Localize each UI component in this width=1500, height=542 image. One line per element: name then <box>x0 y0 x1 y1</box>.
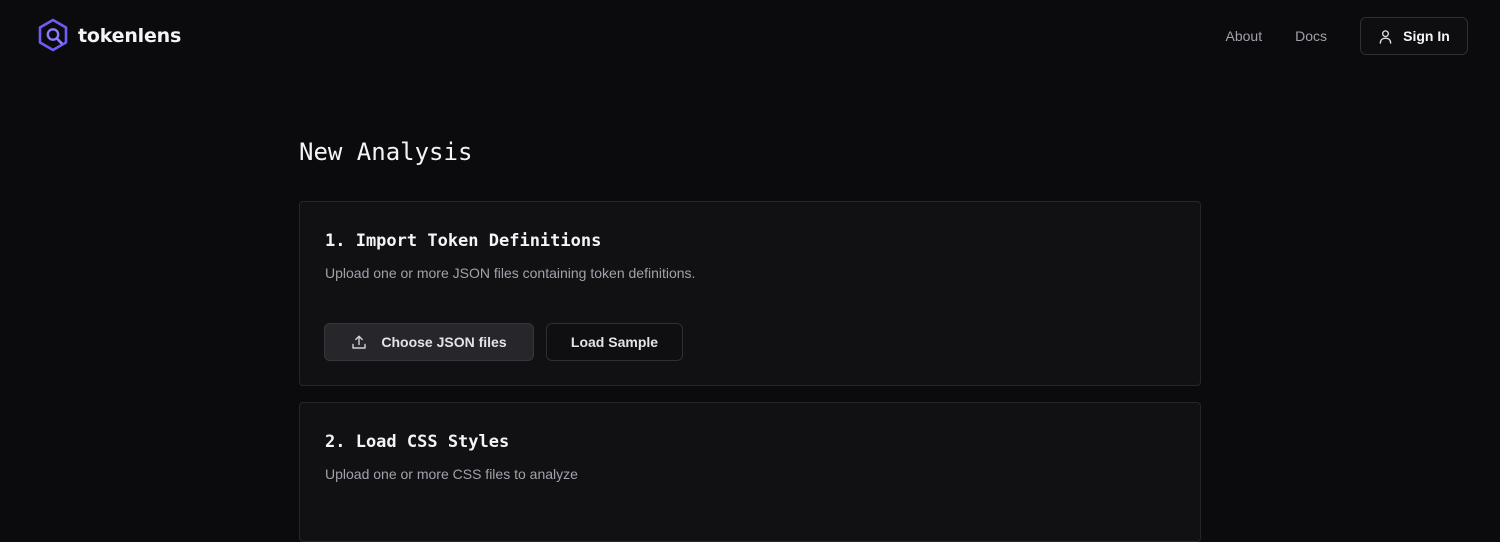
step-card-load-css: 2. Load CSS Styles Upload one or more CS… <box>299 402 1201 542</box>
brand[interactable]: tokenlens <box>36 18 181 54</box>
upload-icon <box>352 335 367 349</box>
brand-name: tokenlens <box>78 25 182 47</box>
nav-link-about[interactable]: About <box>1226 28 1263 44</box>
choose-json-files-label: Choose JSON files <box>381 334 507 350</box>
step-description: Upload one or more CSS files to analyze <box>325 466 578 482</box>
main-nav: About Docs Sign In <box>1226 17 1468 55</box>
step-title: 2. Load CSS Styles <box>325 432 510 452</box>
sign-in-label: Sign In <box>1403 28 1450 44</box>
choose-json-files-button[interactable]: Choose JSON files <box>324 323 534 361</box>
load-sample-button[interactable]: Load Sample <box>546 323 683 361</box>
nav-link-docs[interactable]: Docs <box>1295 28 1327 44</box>
sign-in-button[interactable]: Sign In <box>1360 17 1468 55</box>
page-title: New Analysis <box>299 138 473 166</box>
top-bar: tokenlens About Docs Sign In <box>0 0 1500 72</box>
step-title: 1. Import Token Definitions <box>325 231 602 251</box>
user-icon <box>1379 29 1392 44</box>
step-description: Upload one or more JSON files containing… <box>325 265 696 281</box>
step-card-import-tokens: 1. Import Token Definitions Upload one o… <box>299 201 1201 386</box>
hexagon-search-icon <box>38 18 68 52</box>
